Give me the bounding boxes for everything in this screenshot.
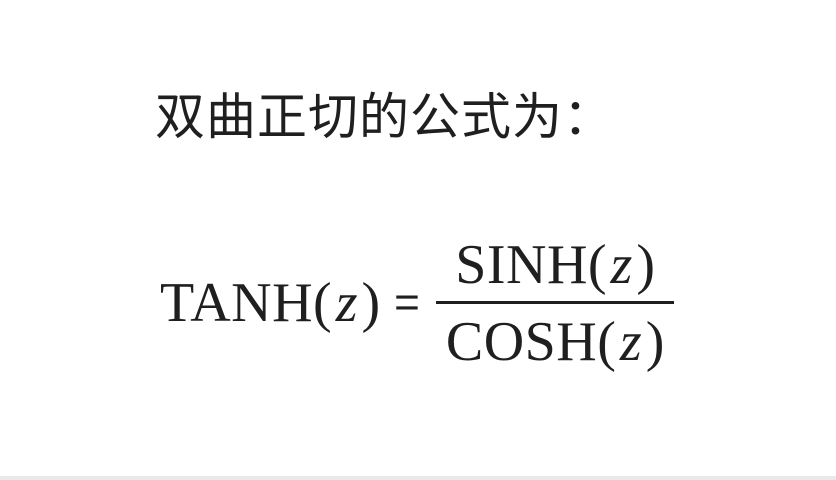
tanh-formula: TANH ( z ) = SINH ( z ) COSH ( z ) [160,228,675,378]
intro-text: 双曲正切的公式为： [155,88,614,146]
fraction-bar [435,300,675,304]
lhs-function-name: TANH [160,272,314,334]
equals-sign: = [394,278,420,327]
denominator-close-paren: ) [645,310,665,373]
formula-fraction: SINH ( z ) COSH ( z ) [435,233,675,374]
numerator-function-name: SINH [455,233,588,296]
lhs-open-paren: ( [313,272,332,334]
fraction-denominator: COSH ( z ) [436,310,675,374]
lhs-close-paren: ) [361,272,381,334]
denominator-function-name: COSH [445,310,598,373]
bottom-divider [0,476,836,480]
formula-lhs: TANH ( z ) [160,271,380,335]
lhs-variable: z [335,272,358,334]
numerator-variable: z [610,233,633,296]
denominator-variable: z [619,310,642,373]
numerator-close-paren: ) [636,233,655,296]
fraction-numerator: SINH ( z ) [445,233,665,297]
numerator-open-paren: ( [587,233,607,296]
denominator-open-paren: ( [597,310,616,373]
